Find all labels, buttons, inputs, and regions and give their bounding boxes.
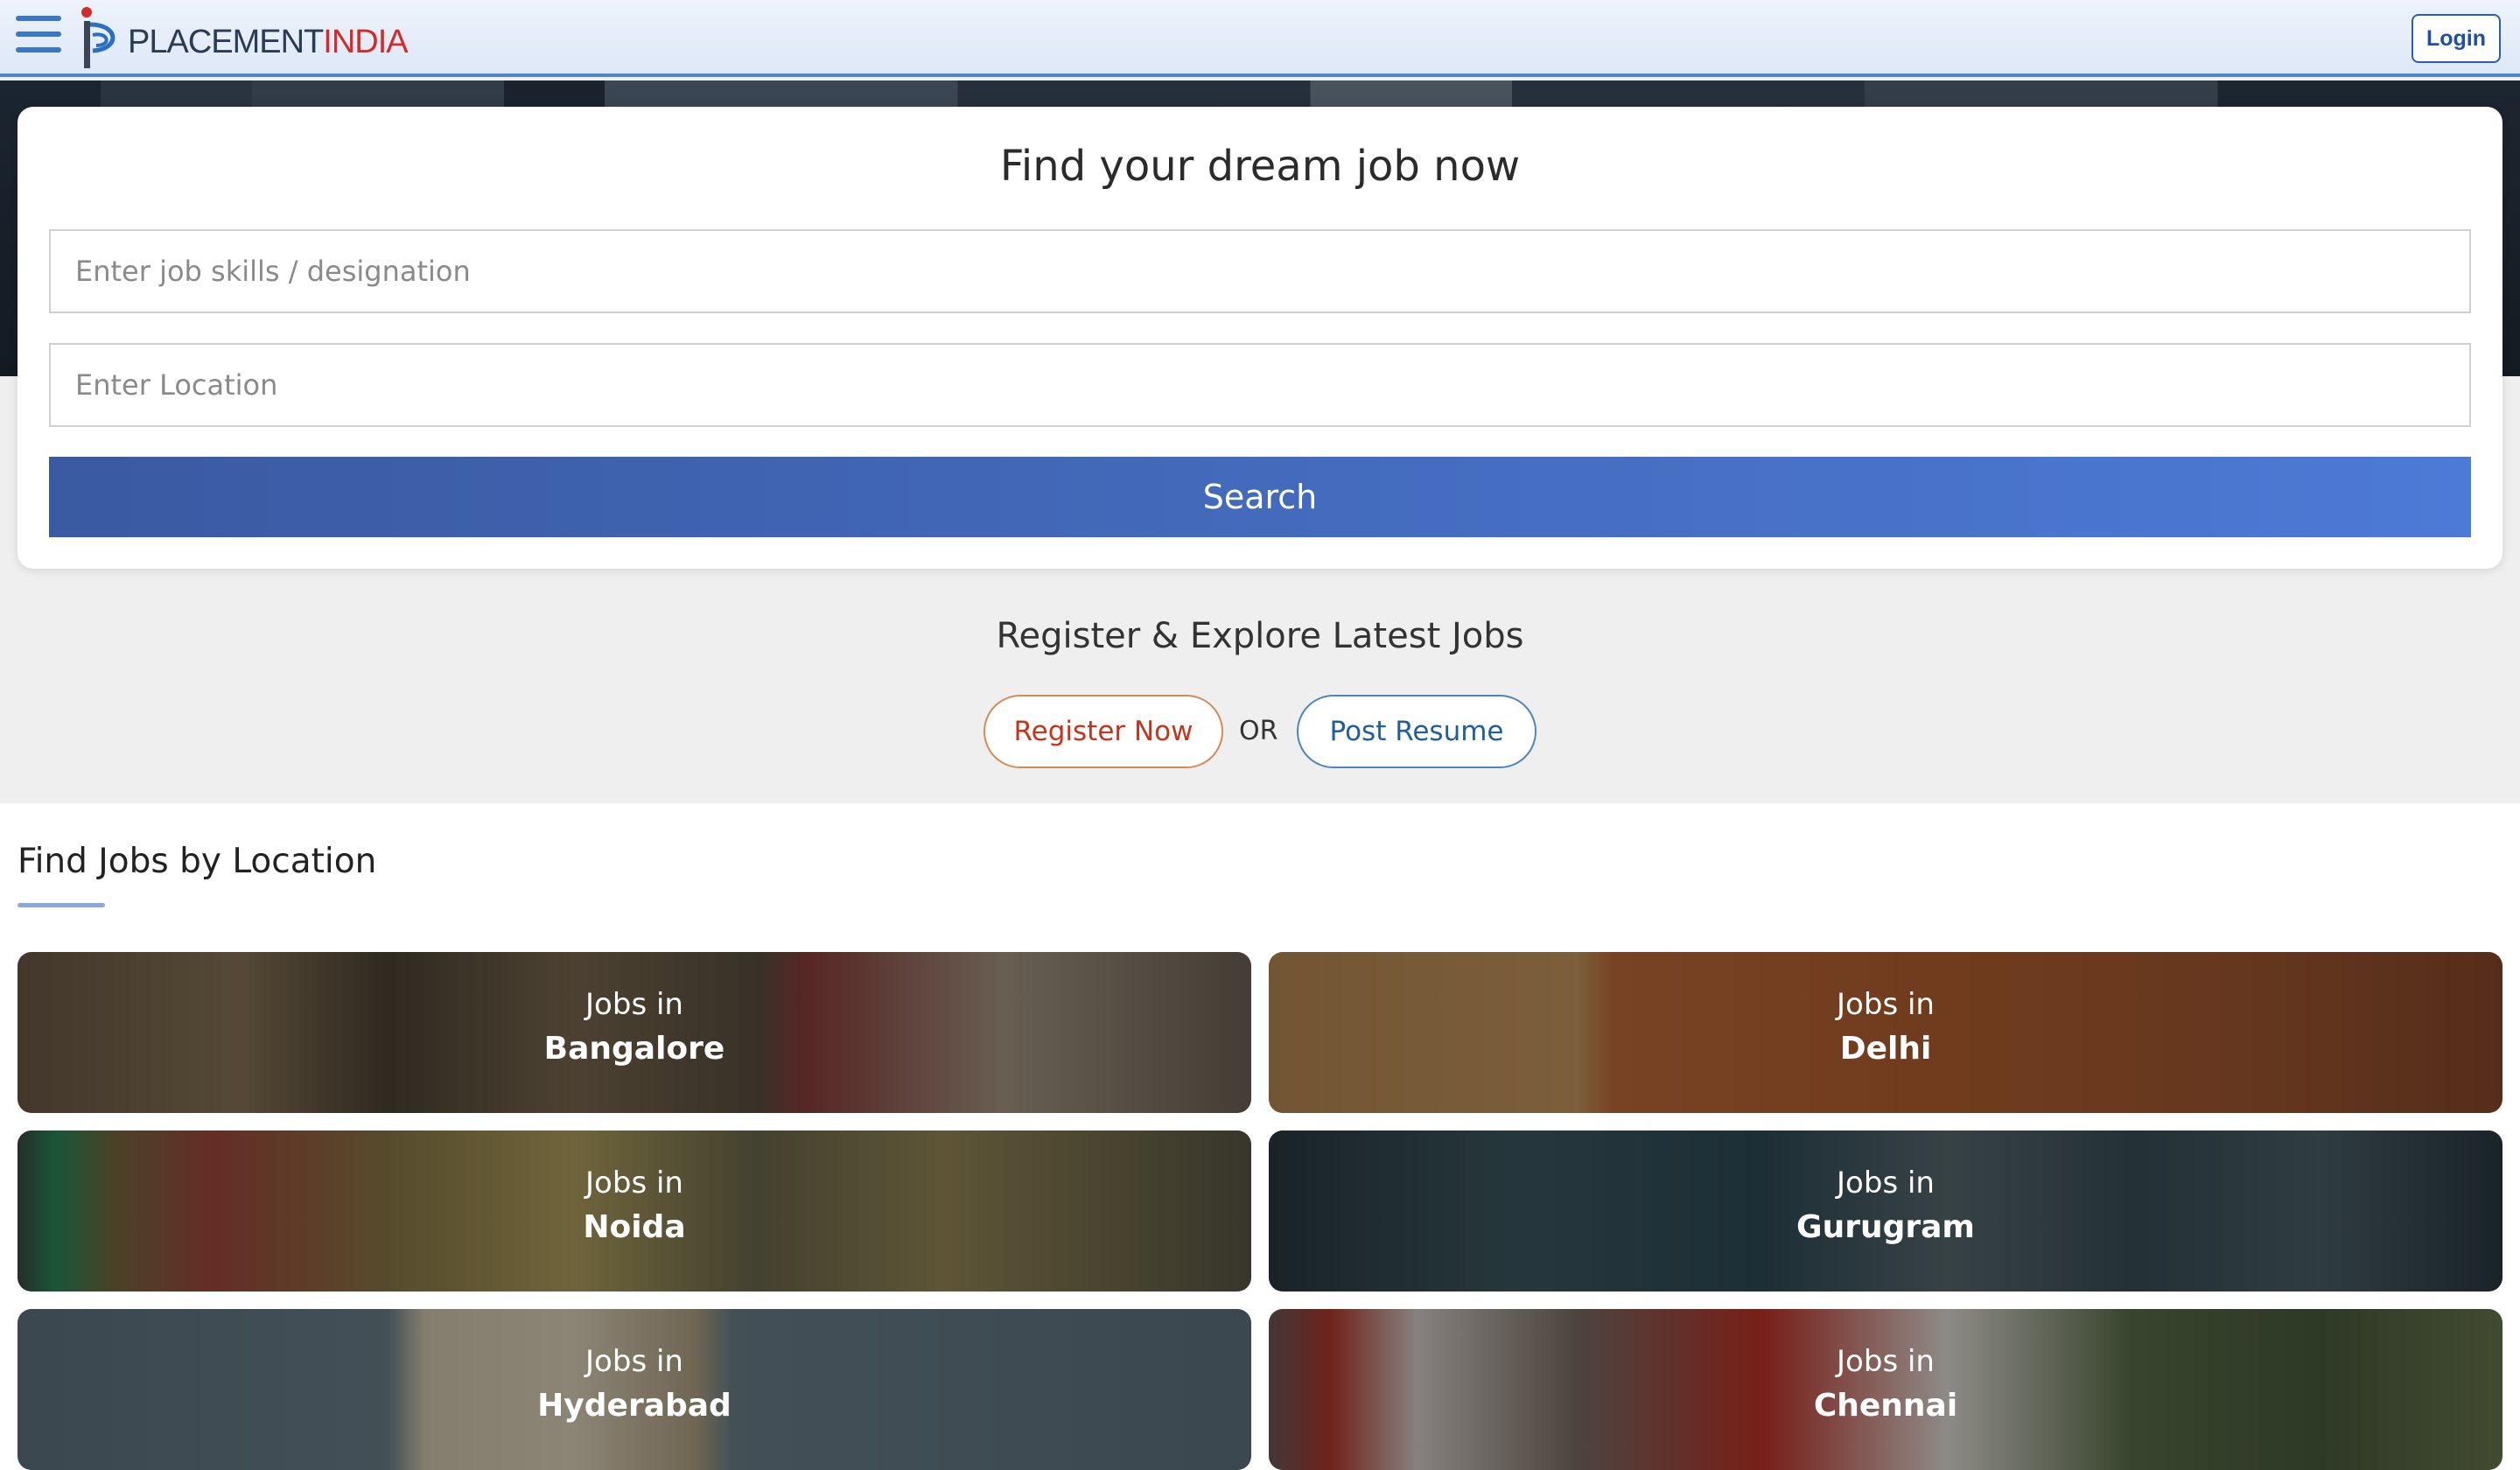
section-underline xyxy=(18,903,105,907)
tile-prefix: Jobs in xyxy=(585,987,683,1022)
tile-city-name: Noida xyxy=(583,1209,686,1245)
tile-label: Jobs in Chennai xyxy=(1269,1344,2502,1424)
top-header: PLACEMENTINDIA Login xyxy=(0,0,2520,77)
login-button[interactable]: Login xyxy=(2412,14,2501,63)
menu-icon[interactable] xyxy=(16,16,61,52)
tile-prefix: Jobs in xyxy=(1837,1166,1935,1200)
tile-city-name: Gurugram xyxy=(1796,1209,1975,1245)
placementindia-logo[interactable]: PLACEMENTINDIA xyxy=(74,4,409,74)
register-title: Register & Explore Latest Jobs xyxy=(996,616,1524,656)
jobs-by-location-section: Find Jobs by Location Jobs in Bangalore … xyxy=(0,803,2520,1470)
city-tile-chennai[interactable]: Jobs in Chennai xyxy=(1269,1309,2502,1470)
tile-label: Jobs in Delhi xyxy=(1269,987,2502,1067)
post-resume-button[interactable]: Post Resume xyxy=(1297,695,1536,768)
city-tile-gurugram[interactable]: Jobs in Gurugram xyxy=(1269,1130,2502,1292)
city-tile-noida[interactable]: Jobs in Noida xyxy=(18,1130,1251,1292)
search-button[interactable]: Search xyxy=(49,457,2471,537)
tile-prefix: Jobs in xyxy=(585,1166,683,1200)
location-input[interactable] xyxy=(49,343,2471,427)
tile-label: Jobs in Gurugram xyxy=(1269,1166,2502,1245)
logo-mark-icon xyxy=(74,5,122,72)
menu-line xyxy=(16,16,61,21)
logo-text-india: INDIA xyxy=(323,23,408,60)
tile-city-name: Chennai xyxy=(1813,1388,1958,1424)
tile-prefix: Jobs in xyxy=(1837,987,1935,1022)
tile-prefix: Jobs in xyxy=(585,1344,683,1379)
logo-text-placement: PLACEMENT xyxy=(128,23,324,60)
job-skills-input[interactable] xyxy=(49,229,2471,313)
tile-city-name: Hyderabad xyxy=(537,1388,732,1424)
tile-label: Jobs in Bangalore xyxy=(18,987,1251,1067)
city-tile-delhi[interactable]: Jobs in Delhi xyxy=(1269,952,2502,1113)
logo-text: PLACEMENTINDIA xyxy=(128,23,409,61)
tile-city-name: Bangalore xyxy=(543,1031,725,1067)
menu-line xyxy=(16,47,61,52)
city-tile-hyderabad[interactable]: Jobs in Hyderabad xyxy=(18,1309,1251,1470)
register-now-button[interactable]: Register Now xyxy=(984,695,1223,768)
tile-prefix: Jobs in xyxy=(1837,1344,1935,1379)
or-separator: OR xyxy=(1239,716,1278,746)
section-title: Find Jobs by Location xyxy=(18,842,377,881)
tile-city-name: Delhi xyxy=(1839,1031,1932,1067)
menu-line xyxy=(16,32,61,37)
search-card: Find your dream job now Search xyxy=(18,107,2502,569)
city-tile-bangalore[interactable]: Jobs in Bangalore xyxy=(18,952,1251,1113)
search-title: Find your dream job now xyxy=(999,142,1521,191)
tile-label: Jobs in Noida xyxy=(18,1166,1251,1245)
tile-label: Jobs in Hyderabad xyxy=(18,1344,1251,1424)
